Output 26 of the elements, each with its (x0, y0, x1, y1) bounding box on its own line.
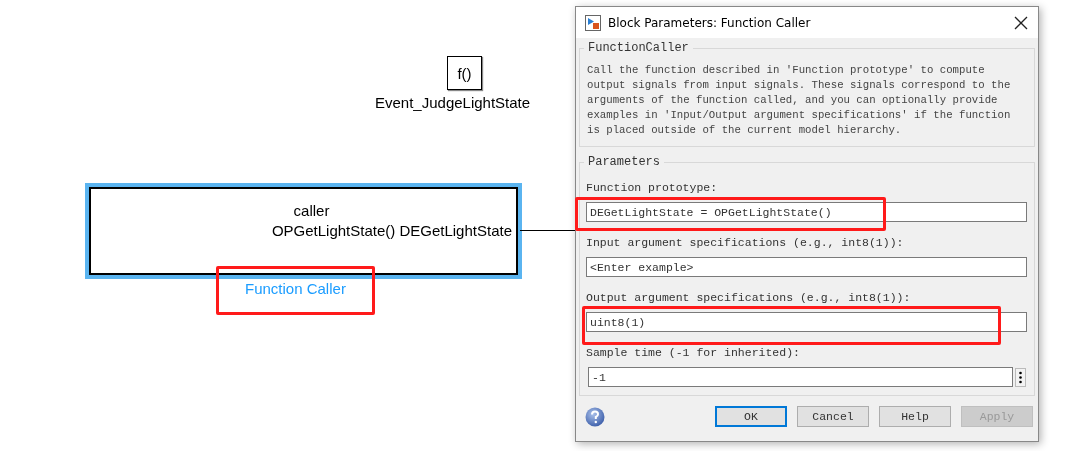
function-block: f() (447, 56, 482, 90)
block-text: OPGetLightState() DEGetLightState (271, 221, 512, 241)
block-text: caller (293, 201, 330, 221)
help-icon[interactable] (585, 406, 605, 427)
group-title: FunctionCaller (587, 41, 690, 55)
group-title: Parameters (587, 155, 661, 169)
more-options-icon[interactable] (1015, 367, 1026, 387)
input-field[interactable]: -1 (588, 367, 1013, 387)
field-label: Input argument specifications (e.g., int8(1)): (586, 235, 905, 251)
function-caller-block[interactable]: caller OPGetLightState() DEGetLightState (85, 183, 522, 279)
dialog-button[interactable]: Cancel (797, 406, 869, 427)
dialog-button[interactable]: Help (879, 406, 951, 427)
input-field[interactable]: uint8(1) (586, 312, 1027, 332)
dialog-button[interactable]: OK (715, 406, 787, 427)
block-icon (585, 14, 601, 31)
signal-line (520, 230, 576, 231)
block-label: Event_JudgeLightState (375, 94, 531, 111)
close-icon[interactable] (1014, 15, 1028, 30)
input-field[interactable]: DEGetLightState = OPGetLightState() (586, 202, 1027, 222)
description-text: Call the function described in 'Function prototype' to compute output signals from input signals. These signals correspond to the arguments of the function called, and you can optionally provide examples in 'Input/Output argument specifications' if the function is placed outside of the current model hierarchy. (587, 63, 1012, 138)
field-label: Output argument specifications (e.g., int8(1)): (586, 290, 912, 306)
window-title: Block Parameters: Function Caller (608, 15, 812, 30)
field-label: Function prototype: (586, 180, 719, 196)
input-field[interactable]: <Enter example> (586, 257, 1027, 277)
field-label: Sample time (-1 for inherited): (586, 345, 801, 361)
block-label: Function Caller (245, 280, 346, 297)
